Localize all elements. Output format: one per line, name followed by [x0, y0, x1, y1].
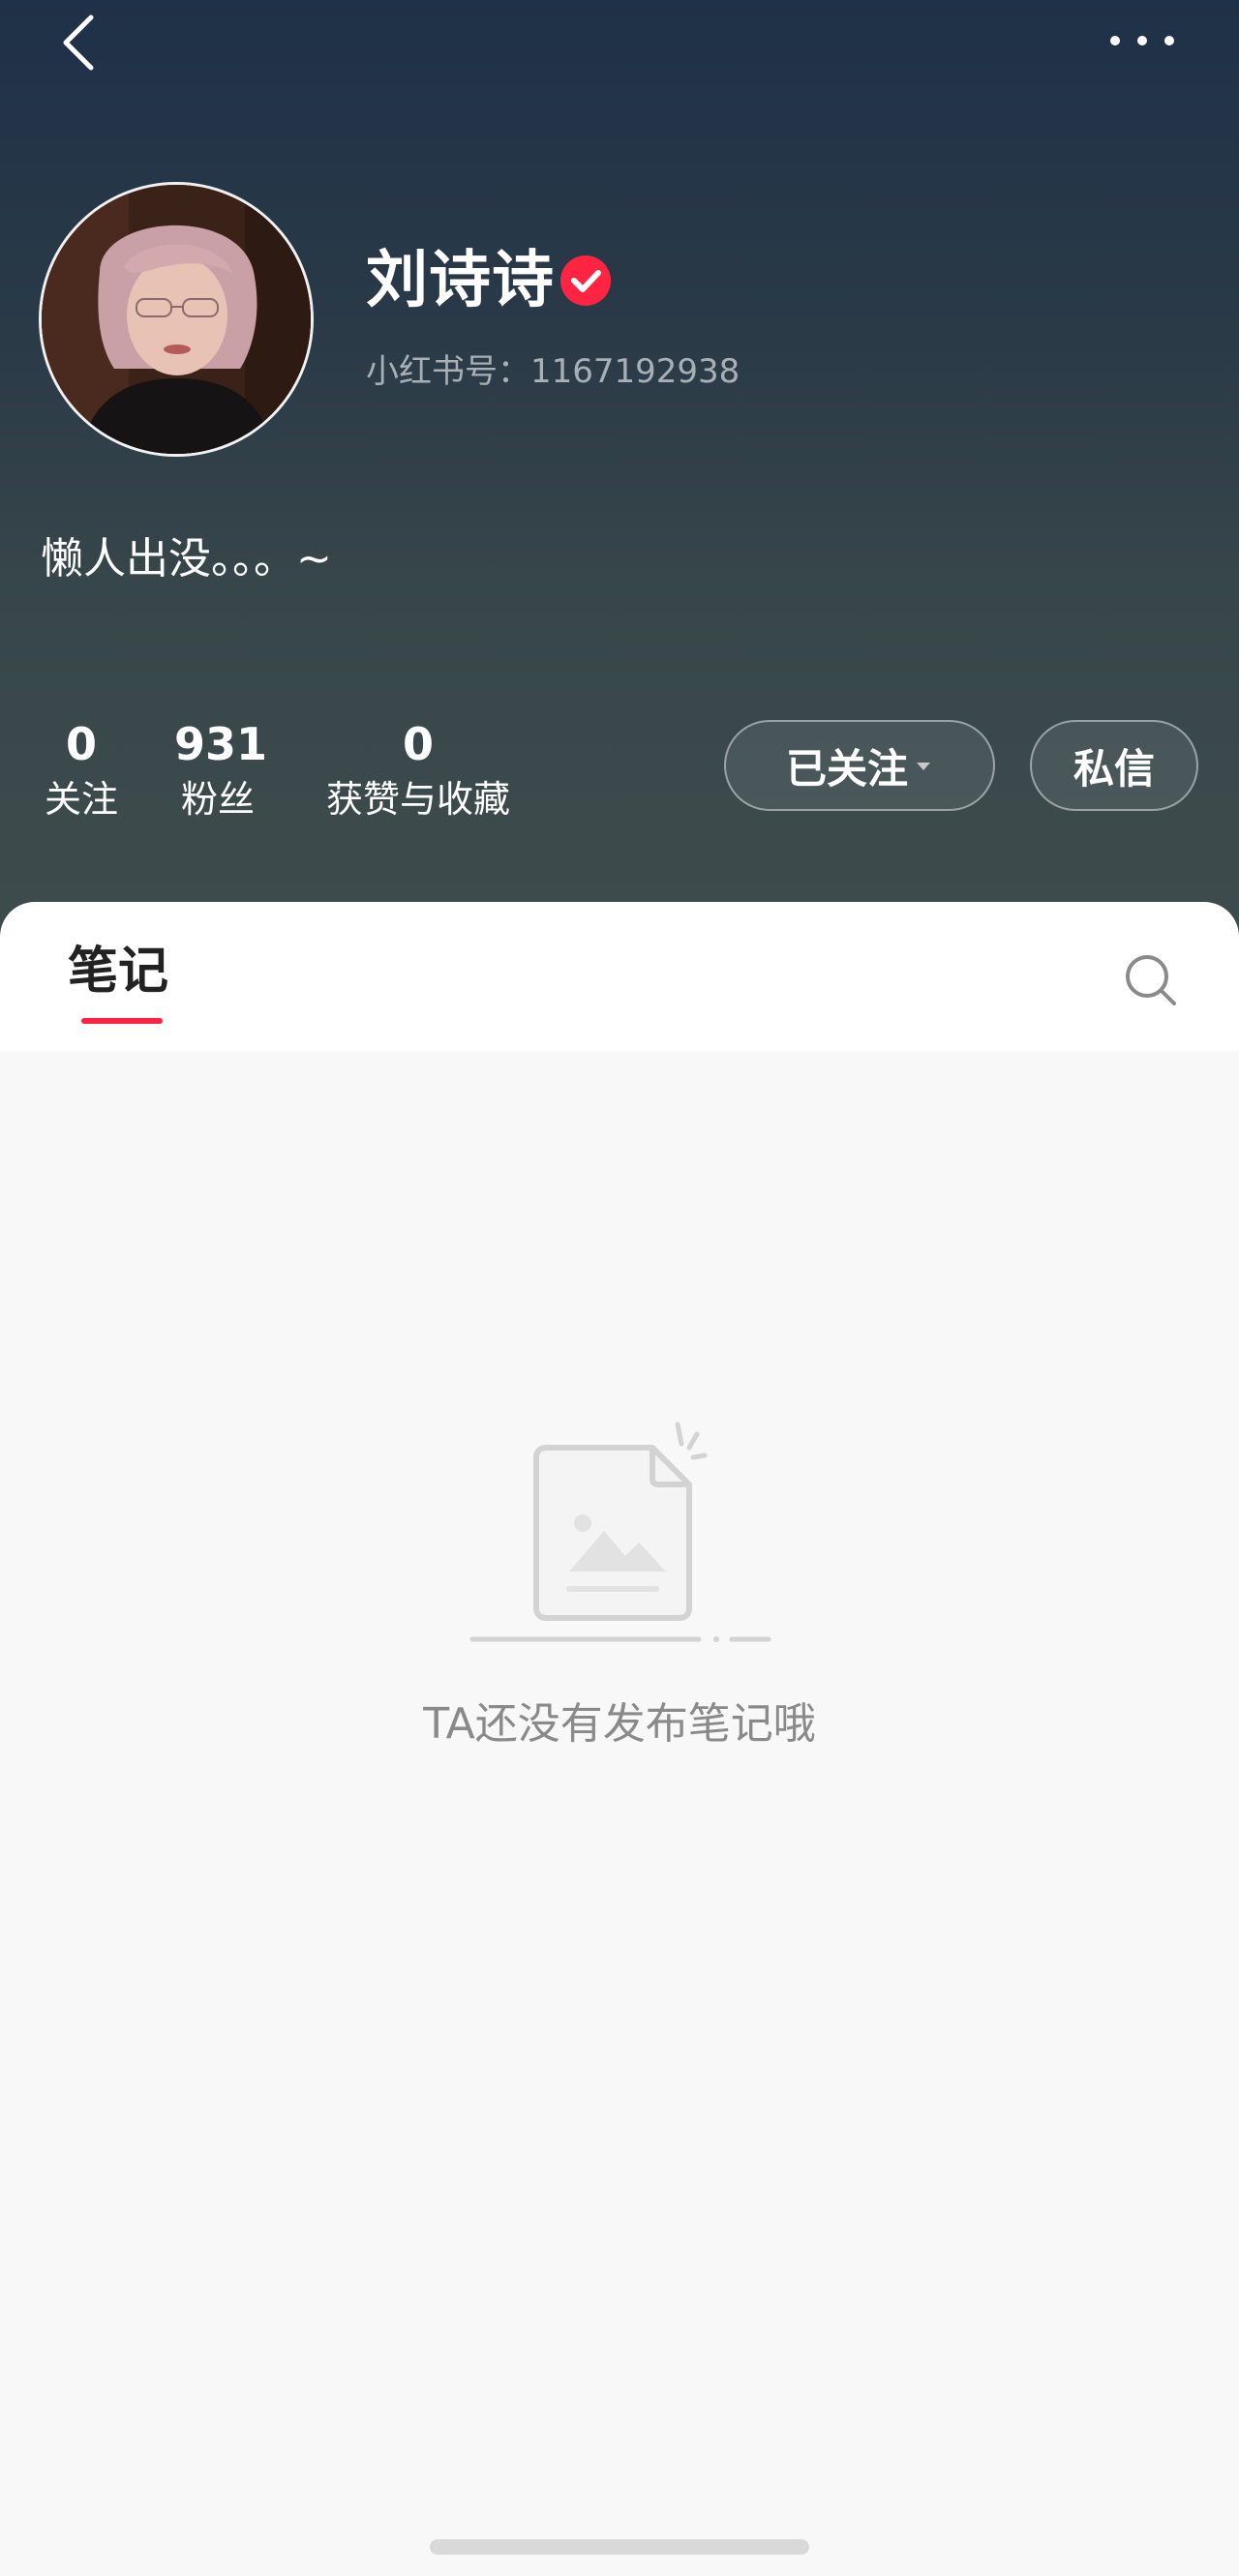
user-id: 小红书号：1167192938 — [366, 352, 740, 391]
empty-state-text: TA还没有发布笔记哦 — [423, 1699, 816, 1749]
following-button[interactable]: 已关注 — [724, 720, 995, 811]
stat-label: 获赞与收藏 — [325, 778, 510, 821]
stat-value: 0 — [402, 718, 434, 770]
tab-active-indicator — [81, 1018, 163, 1024]
chevron-left-icon — [63, 15, 94, 71]
profile-bio: 懒人出没。。。~ — [41, 534, 332, 584]
avatar-image — [42, 185, 311, 454]
profile-header: 刘诗诗 小红书号：1167192938 懒人出没。。。~ 0 关注 931 粉丝… — [0, 0, 1239, 968]
profile-name: 刘诗诗 — [366, 245, 555, 316]
stat-value: 0 — [65, 718, 97, 770]
tab-notes[interactable]: 笔记 — [68, 941, 168, 1003]
following-button-label: 已关注 — [785, 744, 908, 793]
stat-likes-and-collections[interactable]: 0 获赞与收藏 — [316, 716, 521, 824]
more-dots-icon — [1110, 36, 1174, 45]
search-button[interactable] — [1121, 950, 1181, 1010]
home-indicator[interactable] — [430, 2539, 809, 2555]
verified-badge-icon — [559, 254, 613, 308]
back-button[interactable] — [48, 8, 116, 77]
stat-value: 931 — [174, 718, 268, 770]
tab-bar: 笔记 — [0, 902, 1239, 1051]
stat-fans[interactable]: 931 粉丝 — [174, 716, 268, 824]
stat-following[interactable]: 0 关注 — [39, 716, 124, 824]
search-icon — [1126, 955, 1176, 1005]
message-button[interactable]: 私信 — [1030, 720, 1198, 811]
empty-document-icon — [468, 1415, 772, 1647]
avatar[interactable] — [39, 182, 314, 457]
stat-label: 粉丝 — [180, 778, 255, 821]
caret-down-icon — [914, 757, 933, 776]
message-button-label: 私信 — [1073, 744, 1155, 793]
more-button[interactable] — [1103, 19, 1181, 58]
name-row: 刘诗诗 — [366, 242, 613, 319]
stat-label: 关注 — [44, 778, 118, 821]
